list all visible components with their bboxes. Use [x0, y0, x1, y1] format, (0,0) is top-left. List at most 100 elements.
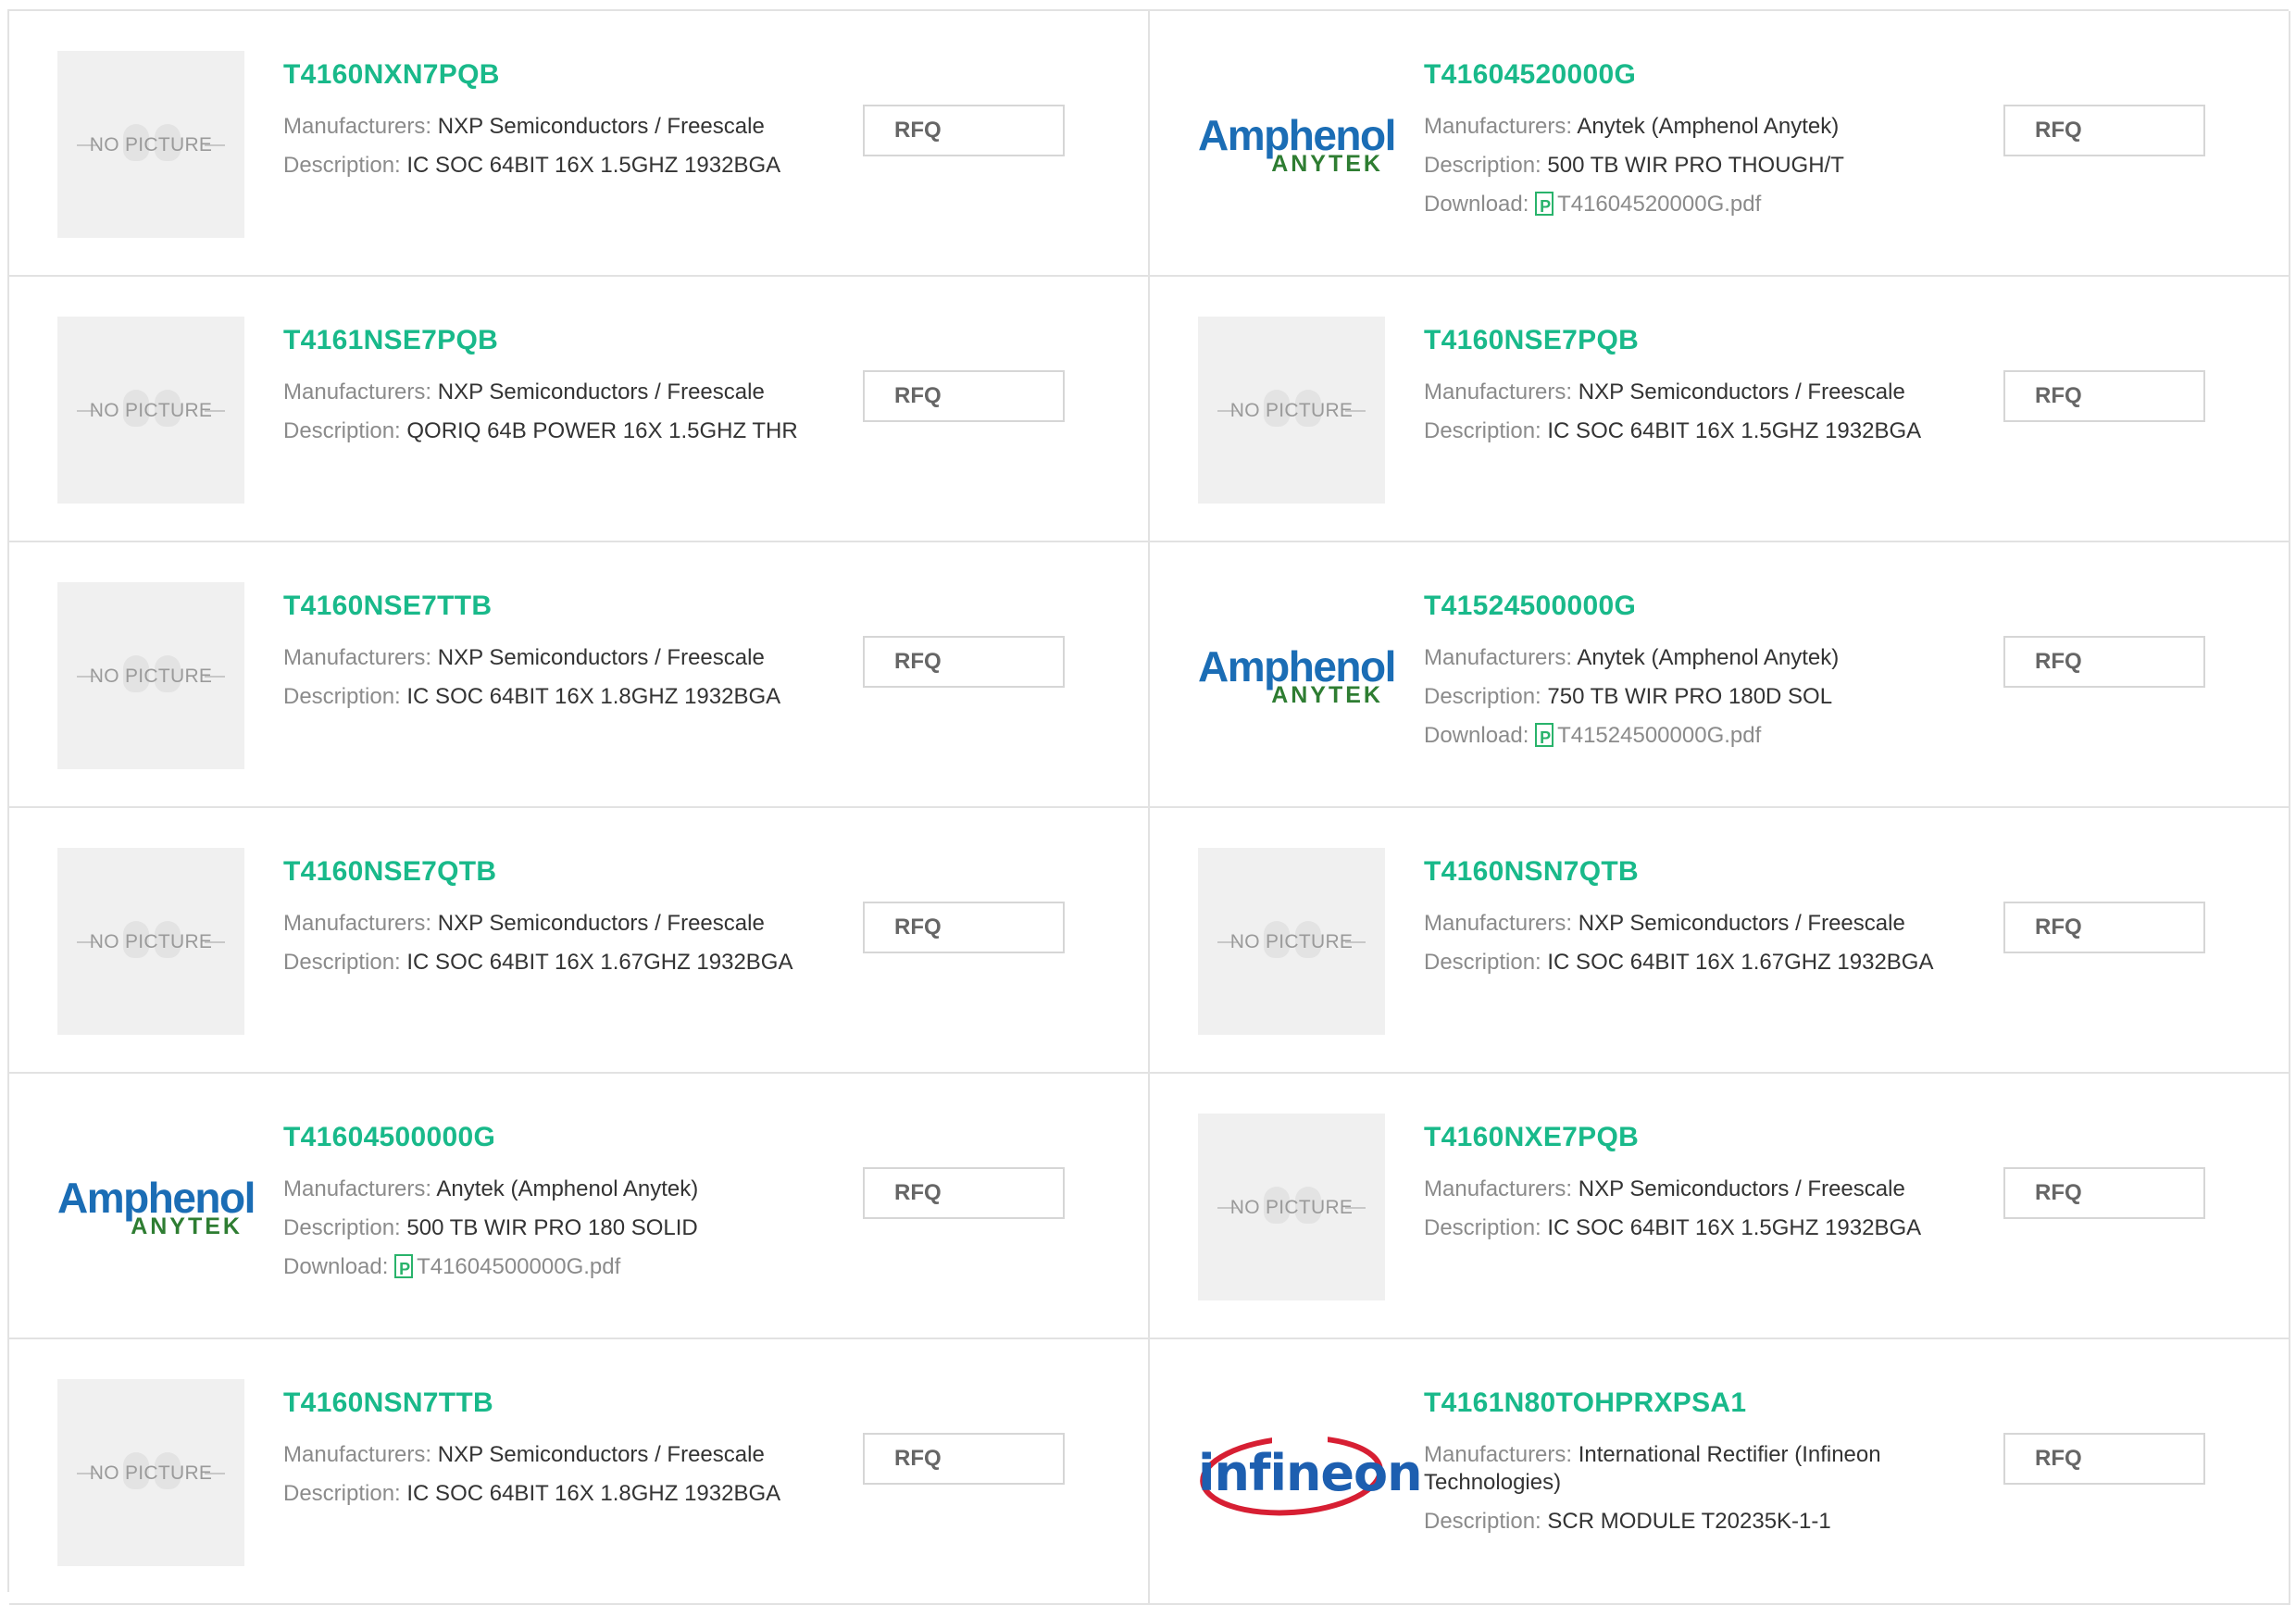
description-label: Description: [283, 153, 401, 178]
description-row: Description: 500 TB WIR PRO 180 SOLID [283, 1214, 802, 1242]
datasheet-link[interactable]: T41524500000G.pdf [1557, 723, 1761, 748]
rfq-button[interactable]: RFQ [2003, 1167, 2205, 1219]
description-value: IC SOC 64BIT 16X 1.5GHZ 1932BGA [406, 153, 781, 178]
rfq-button[interactable]: RFQ [2003, 902, 2205, 953]
no-picture-label: NO PICTURE [89, 134, 213, 156]
product-card: NO PICTURE T4160NSN7QTB Manufacturers: N… [1150, 808, 2290, 1074]
product-card: NO PICTURE T4160NXN7PQB Manufacturers: N… [9, 11, 1150, 277]
infineon-logo: infineon [1198, 1379, 1423, 1566]
part-number-link[interactable]: T41524500000G [1424, 591, 1636, 622]
product-card: infineon T4161N80TOHPRXPSA1 Manufacturer… [1150, 1339, 2290, 1605]
product-card: NO PICTURE T4160NSE7QTB Manufacturers: N… [9, 808, 1150, 1074]
manufacturer-row: Manufacturers: NXP Semiconductors / Free… [283, 379, 802, 406]
manufacturer-label: Manufacturers: [1424, 379, 1573, 404]
part-number-link[interactable]: T4161NSE7PQB [283, 325, 498, 356]
manufacturer-label: Manufacturers: [283, 1176, 432, 1201]
rfq-button[interactable]: RFQ [863, 1167, 1065, 1219]
manufacturer-value: NXP Semiconductors / Freescale [437, 379, 765, 404]
description-row: Description: IC SOC 64BIT 16X 1.8GHZ 193… [283, 683, 802, 711]
manufacturer-row: Manufacturers: NXP Semiconductors / Free… [1424, 910, 1942, 938]
manufacturer-value: NXP Semiconductors / Freescale [437, 114, 765, 139]
rfq-button[interactable]: RFQ [863, 370, 1065, 422]
product-card: Amphenol ANYTEK T41604500000G Manufactur… [9, 1074, 1150, 1339]
product-card: NO PICTURE T4160NXE7PQB Manufacturers: N… [1150, 1074, 2290, 1339]
manufacturer-row: Manufacturers: NXP Semiconductors / Free… [283, 113, 802, 141]
description-value: IC SOC 64BIT 16X 1.67GHZ 1932BGA [1547, 950, 1934, 975]
rfq-button[interactable]: RFQ [2003, 1433, 2205, 1485]
manufacturer-label: Manufacturers: [1424, 1442, 1573, 1467]
download-label: Download: [1424, 723, 1529, 748]
manufacturer-value: Anytek (Amphenol Anytek) [1577, 114, 1840, 139]
part-number-link[interactable]: T4160NSN7QTB [1424, 856, 1639, 888]
description-label: Description: [1424, 684, 1541, 709]
part-number-link[interactable]: T4160NXN7PQB [283, 59, 500, 91]
part-number-link[interactable]: T41604520000G [1424, 59, 1636, 91]
manufacturer-value: NXP Semiconductors / Freescale [1578, 1176, 1905, 1201]
pdf-icon[interactable] [394, 1254, 414, 1283]
manufacturer-label: Manufacturers: [1424, 114, 1573, 139]
description-row: Description: 750 TB WIR PRO 180D SOL [1424, 683, 1942, 711]
rfq-button[interactable]: RFQ [2003, 636, 2205, 688]
description-value: 500 TB WIR PRO THOUGH/T [1547, 153, 1844, 178]
datasheet-link[interactable]: T41604500000G.pdf [417, 1254, 620, 1279]
no-picture-image: NO PICTURE [57, 1379, 244, 1566]
manufacturer-label: Manufacturers: [1424, 911, 1573, 936]
no-picture-label: NO PICTURE [1229, 400, 1354, 421]
no-picture-label: NO PICTURE [89, 1462, 213, 1484]
amphenol-wordmark: Amphenol [1198, 110, 1396, 159]
manufacturer-row: Manufacturers: NXP Semiconductors / Free… [1424, 379, 1942, 406]
manufacturer-label: Manufacturers: [283, 911, 432, 936]
part-number-link[interactable]: T4160NSE7TTB [283, 591, 492, 622]
description-label: Description: [1424, 950, 1541, 975]
download-label: Download: [283, 1254, 389, 1279]
product-card: NO PICTURE T4160NSE7TTB Manufacturers: N… [9, 542, 1150, 808]
part-number-link[interactable]: T4161N80TOHPRXPSA1 [1424, 1387, 1746, 1419]
description-value: QORIQ 64B POWER 16X 1.5GHZ THR [406, 418, 798, 443]
part-number-link[interactable]: T4160NSN7TTB [283, 1387, 493, 1419]
amphenol-wordmark: Amphenol [1198, 641, 1396, 691]
rfq-button[interactable]: RFQ [863, 902, 1065, 953]
description-label: Description: [283, 418, 401, 443]
description-label: Description: [283, 684, 401, 709]
manufacturer-row: Manufacturers: NXP Semiconductors / Free… [283, 910, 802, 938]
manufacturer-label: Manufacturers: [283, 645, 432, 670]
description-row: Description: IC SOC 64BIT 16X 1.67GHZ 19… [283, 949, 802, 977]
no-picture-image: NO PICTURE [57, 582, 244, 769]
description-row: Description: IC SOC 64BIT 16X 1.67GHZ 19… [1424, 949, 1942, 977]
no-picture-label: NO PICTURE [89, 931, 213, 952]
no-picture-image: NO PICTURE [1198, 848, 1385, 1035]
pdf-icon[interactable] [1535, 723, 1554, 752]
manufacturer-value: NXP Semiconductors / Freescale [437, 645, 765, 670]
datasheet-link[interactable]: T41604520000G.pdf [1557, 192, 1761, 217]
description-value: 500 TB WIR PRO 180 SOLID [406, 1215, 698, 1240]
pdf-icon[interactable] [1535, 192, 1554, 220]
description-row: Description: IC SOC 64BIT 16X 1.5GHZ 193… [283, 152, 802, 180]
manufacturer-row: Manufacturers: Anytek (Amphenol Anytek) [1424, 113, 1942, 141]
no-picture-label: NO PICTURE [1229, 931, 1354, 952]
amphenol-anytek-logo: Amphenol ANYTEK [57, 1114, 256, 1300]
description-value: IC SOC 64BIT 16X 1.67GHZ 1932BGA [406, 950, 793, 975]
description-value: IC SOC 64BIT 16X 1.8GHZ 1932BGA [406, 1481, 781, 1506]
description-value: IC SOC 64BIT 16X 1.8GHZ 1932BGA [406, 684, 781, 709]
rfq-button[interactable]: RFQ [863, 1433, 1065, 1485]
rfq-button[interactable]: RFQ [2003, 105, 2205, 156]
description-value: IC SOC 64BIT 16X 1.5GHZ 1932BGA [1547, 418, 1922, 443]
rfq-button[interactable]: RFQ [863, 636, 1065, 688]
part-number-link[interactable]: T4160NXE7PQB [1424, 1122, 1639, 1153]
description-value: 750 TB WIR PRO 180D SOL [1547, 684, 1833, 709]
download-row: Download: T41604520000G.pdf [1424, 191, 1942, 220]
description-label: Description: [1424, 418, 1541, 443]
part-number-link[interactable]: T4160NSE7QTB [283, 856, 496, 888]
manufacturer-label: Manufacturers: [283, 1442, 432, 1467]
description-value: SCR MODULE T20235K-1-1 [1547, 1509, 1831, 1534]
infineon-wordmark: infineon [1198, 1444, 1423, 1502]
part-number-link[interactable]: T4160NSE7PQB [1424, 325, 1639, 356]
rfq-button[interactable]: RFQ [863, 105, 1065, 156]
rfq-button[interactable]: RFQ [2003, 370, 2205, 422]
description-label: Description: [283, 1215, 401, 1240]
part-number-link[interactable]: T41604500000G [283, 1122, 495, 1153]
description-row: Description: QORIQ 64B POWER 16X 1.5GHZ … [283, 417, 802, 445]
manufacturer-row: Manufacturers: International Rectifier (… [1424, 1441, 1942, 1497]
manufacturer-value: NXP Semiconductors / Freescale [437, 1442, 765, 1467]
no-picture-label: NO PICTURE [89, 400, 213, 421]
